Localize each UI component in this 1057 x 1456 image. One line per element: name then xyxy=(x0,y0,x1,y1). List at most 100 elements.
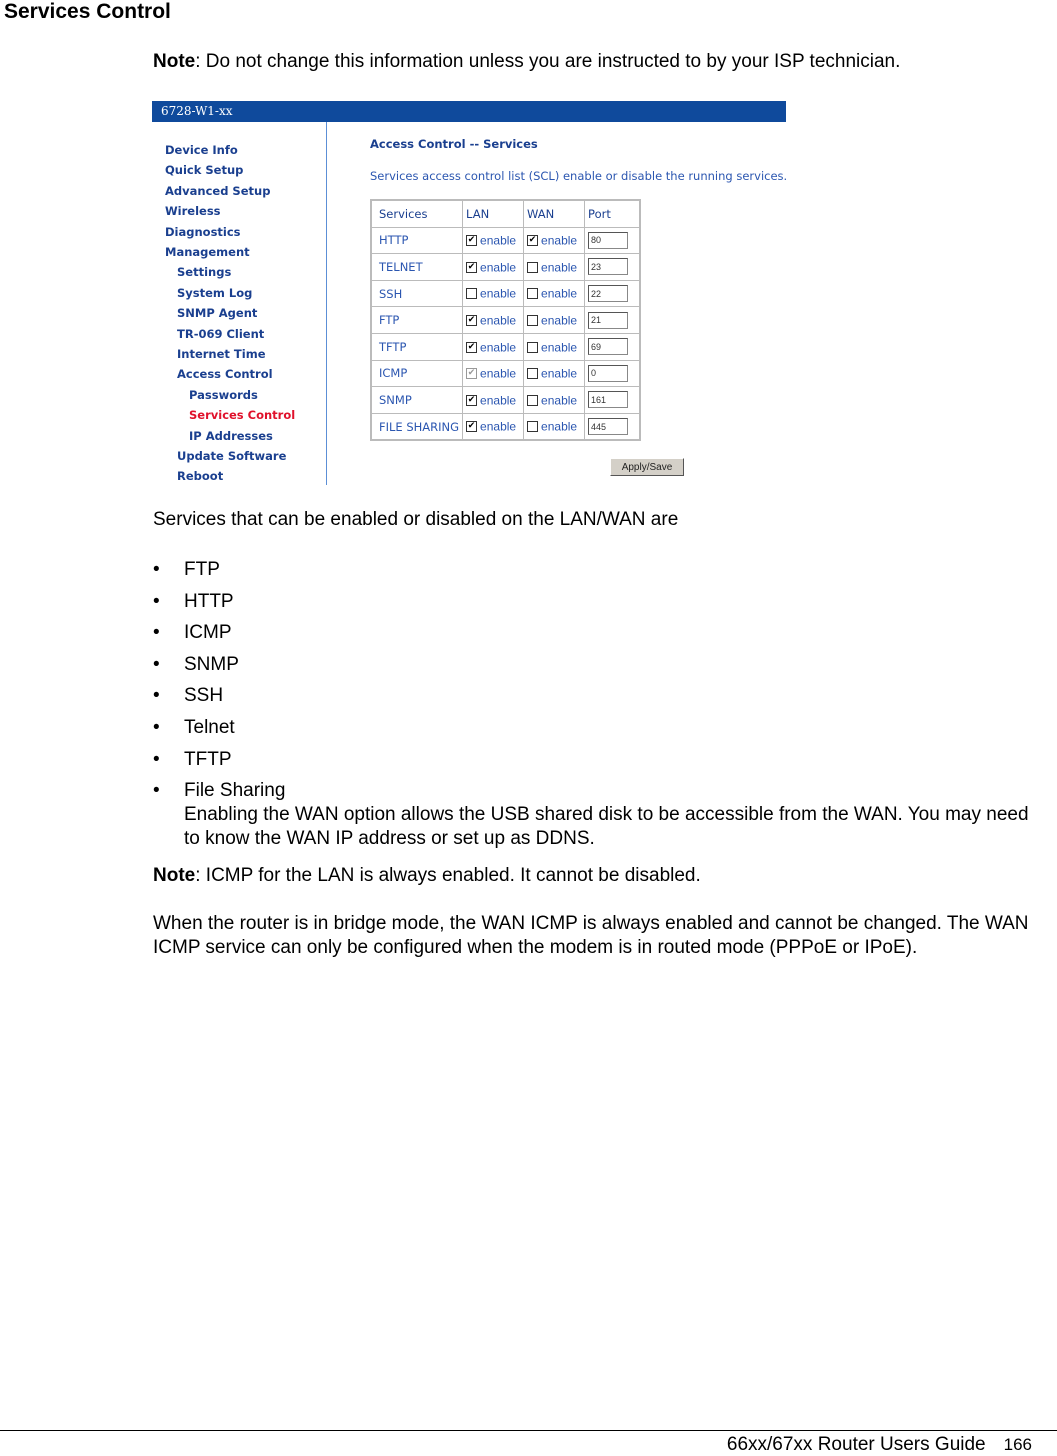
nav-item-update-software[interactable]: Update Software xyxy=(177,449,286,463)
port-cell xyxy=(584,279,641,308)
enable-label: enable xyxy=(541,366,578,381)
wan-enable-checkbox[interactable] xyxy=(527,314,539,326)
lan-enable-checkbox[interactable]: ✔ xyxy=(466,341,478,353)
port-input[interactable] xyxy=(588,391,629,409)
header-services: Services xyxy=(370,199,464,228)
note-label: Note xyxy=(153,865,196,886)
service-name: FILE SHARING xyxy=(370,412,464,441)
lan-cell: ✔ enable xyxy=(462,386,525,414)
wan-cell: enable xyxy=(523,359,586,388)
nav-item-diagnostics[interactable]: Diagnostics xyxy=(165,225,241,239)
list-item: ICMP xyxy=(153,621,1034,653)
router-screenshot: 6728-W1-xx Device Info Quick Setup Advance… xyxy=(152,101,787,485)
lan-enable-checkbox[interactable]: ✔ xyxy=(466,261,478,273)
port-input[interactable] xyxy=(588,285,629,303)
wan-cell: enable xyxy=(523,386,586,414)
nav-item-passwords[interactable]: Passwords xyxy=(189,388,258,402)
nav-item-reboot[interactable]: Reboot xyxy=(177,469,223,483)
service-name: ICMP xyxy=(370,359,464,388)
wan-cell: enable xyxy=(523,306,586,334)
port-input[interactable] xyxy=(588,418,629,436)
wan-cell: enable xyxy=(523,279,586,308)
bullet-text: SNMP xyxy=(184,653,239,675)
port-input[interactable] xyxy=(588,338,629,356)
table-row: FILE SHARING ✔ enable enable xyxy=(370,412,641,441)
enable-label: enable xyxy=(541,340,578,355)
wan-enable-checkbox[interactable] xyxy=(527,288,539,300)
port-cell xyxy=(584,332,641,361)
port-cell xyxy=(584,359,641,388)
nav-item-management[interactable]: Management xyxy=(165,245,250,259)
enable-label: enable xyxy=(480,393,517,408)
lan-enable-checkbox[interactable]: ✔ xyxy=(466,314,478,326)
wan-enable-checkbox[interactable] xyxy=(527,261,539,273)
table-row: TELNET ✔ enable enable xyxy=(370,253,641,281)
nav-item-system-log[interactable]: System Log xyxy=(177,286,252,300)
port-input[interactable] xyxy=(588,364,629,382)
table-row: SNMP ✔ enable enable xyxy=(370,386,641,414)
lan-enable-checkbox[interactable]: ✔ xyxy=(466,421,478,433)
list-item: Telnet xyxy=(153,716,1034,748)
nav-item-tr-069-client[interactable]: TR-069 Client xyxy=(177,327,264,341)
service-name: SNMP xyxy=(370,386,464,414)
lan-enable-checkbox[interactable]: ✔ xyxy=(466,394,478,406)
service-name: TELNET xyxy=(370,253,464,281)
table-row: ICMP ✔ enable enable xyxy=(370,359,641,388)
enable-label: enable xyxy=(480,366,517,381)
nav-item-snmp-agent[interactable]: SNMP Agent xyxy=(177,306,257,320)
router-main-panel: Access Control -- Services Services acce… xyxy=(370,122,787,485)
bullet-text: TFTP xyxy=(184,748,232,770)
nav-item-quick-setup[interactable]: Quick Setup xyxy=(165,163,243,177)
lan-cell: ✔ enable xyxy=(462,306,525,334)
port-cell xyxy=(584,226,641,255)
port-input[interactable] xyxy=(588,231,629,249)
table-header-row: Services LAN WAN Port xyxy=(370,199,641,228)
wan-cell: enable xyxy=(523,253,586,281)
nav-item-access-control[interactable]: Access Control xyxy=(177,367,273,381)
bullet-text: Telnet xyxy=(184,716,235,738)
nav-item-services-control[interactable]: Services Control xyxy=(189,408,295,422)
port-input[interactable] xyxy=(588,258,629,276)
header-port: Port xyxy=(584,199,641,228)
wan-enable-checkbox[interactable] xyxy=(527,421,539,433)
apply-save-button[interactable]: Apply/Save xyxy=(610,458,684,476)
enable-label: enable xyxy=(541,393,578,408)
lan-enable-checkbox[interactable] xyxy=(466,288,478,300)
enable-label: enable xyxy=(541,313,578,328)
wan-enable-checkbox[interactable] xyxy=(527,368,539,380)
bullet-text: SSH xyxy=(184,685,224,707)
lan-cell: ✔ enable xyxy=(462,412,525,441)
port-cell xyxy=(584,386,641,414)
enable-label: enable xyxy=(541,233,578,248)
list-item: File SharingEnabling the WAN option allo… xyxy=(153,779,1034,851)
list-item: TFTP xyxy=(153,748,1034,780)
table-row: FTP ✔ enable enable xyxy=(370,306,641,334)
bullet-text: HTTP xyxy=(184,590,234,612)
intro-text: Services that can be enabled or disabled… xyxy=(153,509,679,530)
list-item: FTP xyxy=(153,558,1034,590)
wan-enable-checkbox[interactable] xyxy=(527,394,539,406)
service-name: TFTP xyxy=(370,332,464,361)
enable-label: enable xyxy=(541,260,578,275)
nav-item-ip-addresses[interactable]: IP Addresses xyxy=(189,429,273,443)
enable-label: enable xyxy=(480,286,517,301)
service-name: HTTP xyxy=(370,226,464,255)
wan-enable-checkbox[interactable]: ✔ xyxy=(527,235,539,247)
service-name: SSH xyxy=(370,279,464,308)
footer-divider xyxy=(0,1430,1057,1431)
nav-item-internet-time[interactable]: Internet Time xyxy=(177,347,266,361)
lan-enable-checkbox[interactable]: ✔ xyxy=(466,235,478,247)
nav-item-device-info[interactable]: Device Info xyxy=(165,143,238,157)
enable-label: enable xyxy=(480,233,517,248)
lan-cell: ✔ enable xyxy=(462,226,525,255)
port-cell xyxy=(584,253,641,281)
lan-enable-checkbox: ✔ xyxy=(466,368,478,380)
wan-enable-checkbox[interactable] xyxy=(527,341,539,353)
service-name: FTP xyxy=(370,306,464,334)
nav-item-wireless[interactable]: Wireless xyxy=(165,204,221,218)
nav-item-advanced-setup[interactable]: Advanced Setup xyxy=(165,184,270,198)
page-number: 166 xyxy=(1003,1435,1032,1454)
nav-item-settings[interactable]: Settings xyxy=(177,265,231,279)
port-input[interactable] xyxy=(588,311,629,329)
guide-title: 66xx/67xx Router Users Guide xyxy=(726,1434,986,1455)
